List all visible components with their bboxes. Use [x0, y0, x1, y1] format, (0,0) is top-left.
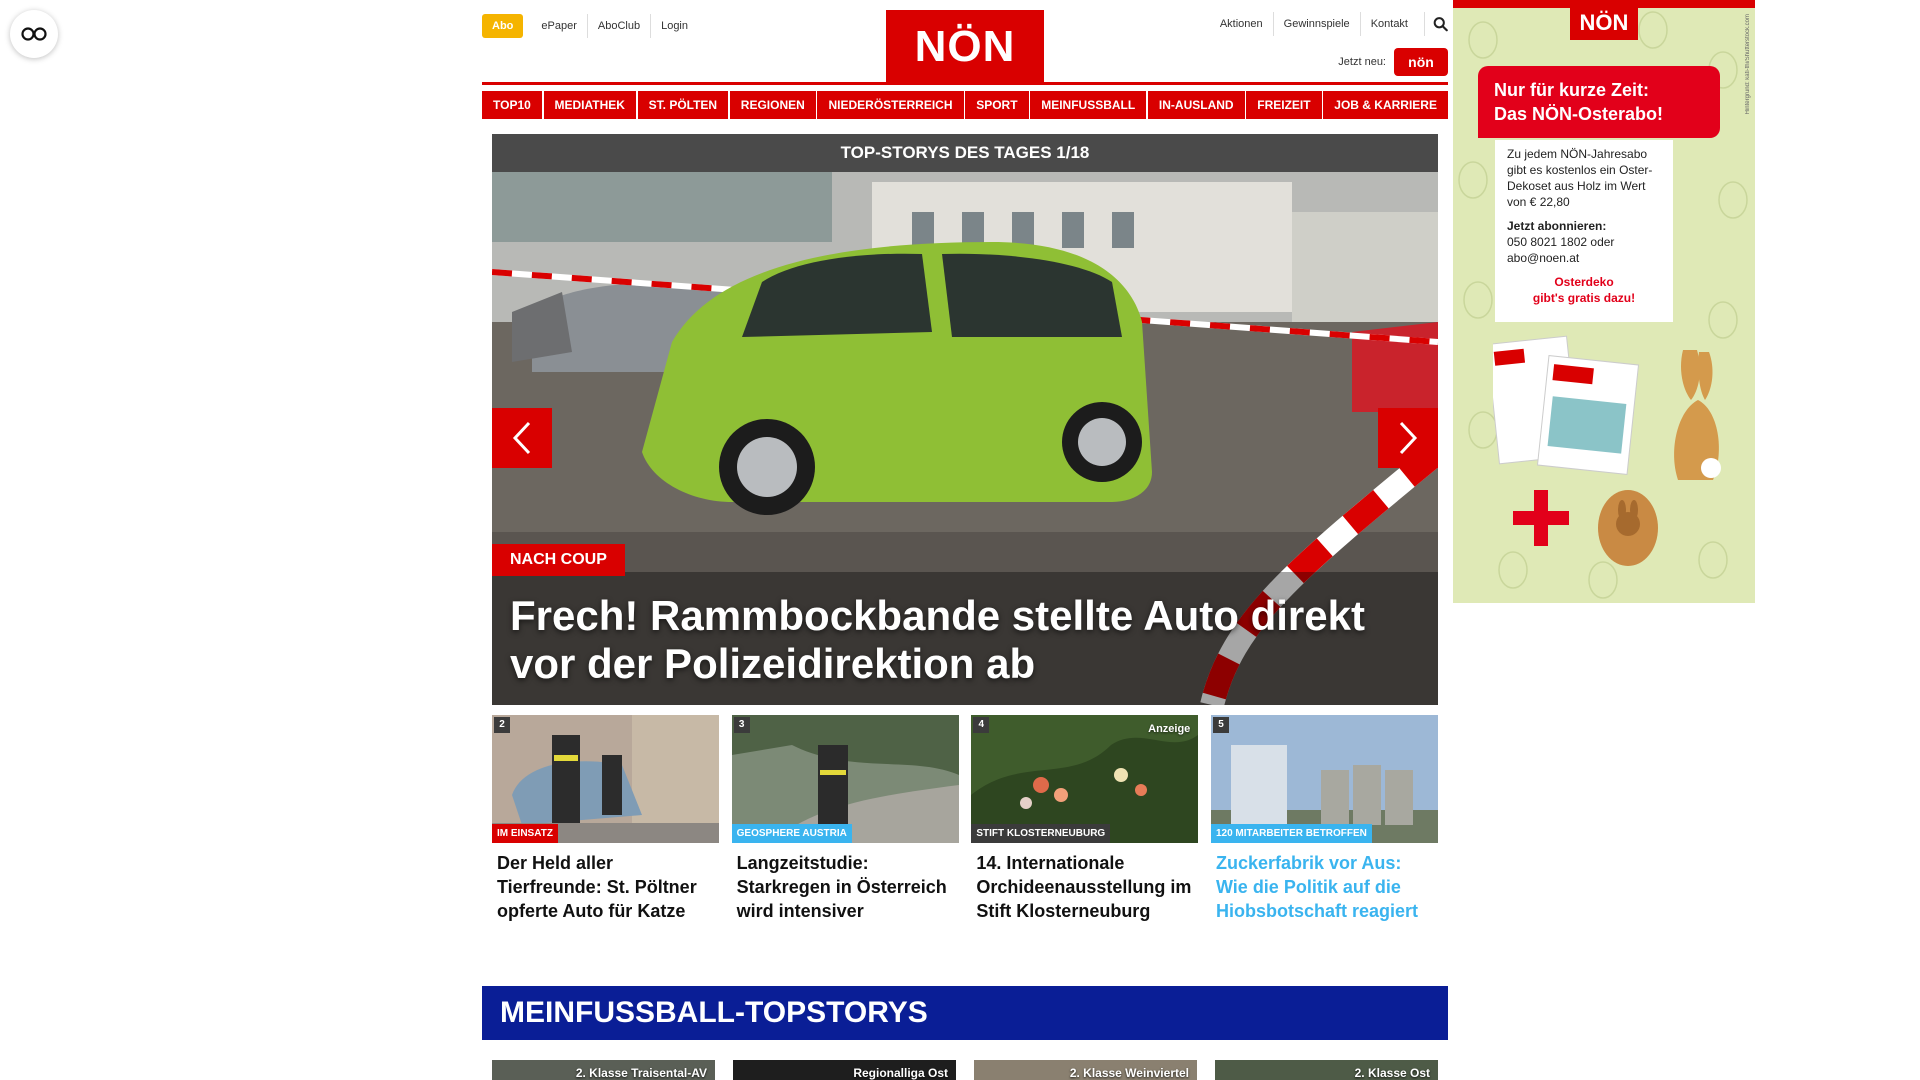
main-nav: TOP10 MEDIATHEK ST. PÖLTEN REGIONEN NIED… — [482, 91, 1448, 119]
nav-meinfussball[interactable]: MEINFUSSBALL — [1030, 91, 1147, 119]
teaser-image: 2 IM EINSATZ — [492, 715, 719, 843]
teaser-row: 2 IM EINSATZ Der Held aller Tierfreunde:… — [492, 715, 1438, 923]
nav-top10[interactable]: TOP10 — [482, 91, 542, 119]
teaser-image: 4 Anzeige STIFT KLOSTERNEUBURG — [971, 715, 1199, 843]
search-button[interactable] — [1424, 12, 1448, 36]
meinfussball-card[interactable]: 2. Klasse Ost — [1215, 1060, 1438, 1080]
epaper-link[interactable]: ePaper — [531, 14, 586, 38]
meinfussball-section-title[interactable]: MEINFUSSBALL-TOPSTORYS — [482, 986, 1448, 1040]
search-icon — [1433, 17, 1448, 32]
ad-headline-line-1: Nur für kurze Zeit: — [1494, 80, 1650, 100]
meinfussball-card[interactable]: Regionalliga Ost — [733, 1060, 956, 1080]
slider-next-button[interactable] — [1378, 408, 1438, 468]
teaser-card[interactable]: 4 Anzeige STIFT KLOSTERNEUBURG 14. Inter… — [971, 715, 1199, 923]
meinfussball-card[interactable]: 2. Klasse Weinviertel — [974, 1060, 1197, 1080]
teaser-title[interactable]: Der Held aller Tierfreunde: St. Pöltner … — [492, 851, 719, 923]
teaser-card[interactable]: 3 GEOSPHERE AUSTRIA Langzeitstudie: Star… — [731, 715, 959, 923]
nav-freizeit[interactable]: FREIZEIT — [1246, 91, 1322, 119]
ad-text-card: Zu jedem NÖN-Jahresabo gibt es kostenlos… — [1495, 140, 1673, 322]
teaser-image: 5 120 MITARBEITER BETROFFEN — [1210, 715, 1438, 843]
league-label: 2. Klasse Weinviertel — [1069, 1066, 1189, 1080]
teaser-image: 3 GEOSPHERE AUSTRIA — [731, 715, 959, 843]
ad-logo: NÖN — [1570, 6, 1638, 40]
teaser-card[interactable]: 2 IM EINSATZ Der Held aller Tierfreunde:… — [492, 715, 719, 923]
league-label: 2. Klasse Traisental-AV — [575, 1066, 707, 1080]
chevron-right-icon — [1399, 421, 1418, 455]
nav-in-ausland[interactable]: IN-AUSLAND — [1147, 91, 1245, 119]
teaser-tag: IM EINSATZ — [492, 824, 558, 843]
ad-cta-label: Jetzt abonnieren: — [1507, 219, 1607, 233]
meinfussball-card[interactable]: 2. Klasse Traisental-AV — [492, 1060, 715, 1080]
gewinnspiele-link[interactable]: Gewinnspiele — [1272, 12, 1360, 36]
kontakt-link[interactable]: Kontakt — [1359, 12, 1418, 36]
ad-headline: Nur für kurze Zeit: Das NÖN-Osterabo! — [1478, 66, 1720, 138]
header-divider — [482, 82, 1448, 85]
top-stories-slider: TOP-STORYS DES TAGES 1/18 NACH COUP Frec… — [492, 134, 1438, 705]
utility-nav-left: Abo ePaper AboClub Login — [482, 14, 698, 38]
ad-cta-contact: 050 8021 1802 oder abo@noen.at — [1507, 235, 1615, 265]
slider-prev-button[interactable] — [492, 408, 552, 468]
league-label: Regionalliga Ost — [853, 1066, 948, 1080]
teaser-card[interactable]: 5 120 MITARBEITER BETROFFEN Zuckerfabrik… — [1210, 715, 1438, 923]
abo-button[interactable]: Abo — [482, 14, 524, 38]
chevron-left-icon — [512, 421, 531, 455]
ad-body: Zu jedem NÖN-Jahresabo gibt es kostenlos… — [1507, 147, 1653, 209]
aktionen-link[interactable]: Aktionen — [1210, 12, 1273, 36]
hero-title[interactable]: Frech! Rammbockbande stellte Auto direkt… — [510, 592, 1420, 688]
jetzt-neu-label: Jetzt neu: — [1338, 56, 1386, 68]
ad-promo-2: gibt's gratis dazu! — [1532, 291, 1636, 305]
login-link[interactable]: Login — [650, 14, 698, 38]
ad-promo-1: Osterdeko — [1554, 275, 1614, 289]
teaser-tag: GEOSPHERE AUSTRIA — [731, 824, 852, 843]
nav-sport[interactable]: SPORT — [965, 91, 1029, 119]
nav-st-poelten[interactable]: ST. PÖLTEN — [637, 91, 729, 119]
ad-credit: Hintergrund: kati-thi/Shutterstock.com — [1745, 14, 1751, 115]
kleine-noen-badge[interactable]: nön — [1394, 48, 1448, 76]
teaser-title[interactable]: Langzeitstudie: Starkregen in Österreich… — [732, 851, 959, 923]
teaser-tag: 120 MITARBEITER BETROFFEN — [1210, 824, 1372, 843]
slider-heading: TOP-STORYS DES TAGES 1/18 — [492, 134, 1438, 172]
ad-label: Anzeige — [1148, 723, 1191, 735]
teaser-title[interactable]: 14. Internationale Orchideenausstellung … — [971, 851, 1198, 923]
plus-icon — [1513, 490, 1569, 546]
teaser-number: 4 — [973, 717, 990, 733]
nav-mediathek[interactable]: MEDIATHEK — [543, 91, 636, 119]
hero-tag: NACH COUP — [492, 544, 625, 576]
nav-regionen[interactable]: REGIONEN — [729, 91, 816, 119]
meinfussball-row: 2. Klasse Traisental-AV Regionalliga Ost… — [492, 1060, 1438, 1080]
hero-story[interactable]: NACH COUP Frech! Rammbockbande stellte A… — [492, 172, 1438, 705]
teaser-number: 2 — [494, 717, 510, 733]
nav-niederoesterreich[interactable]: NIEDERÖSTERREICH — [817, 91, 964, 119]
accessibility-button[interactable] — [10, 10, 58, 58]
ad-headline-line-2: Das NÖN-Osterabo! — [1494, 104, 1664, 124]
glasses-icon — [21, 27, 47, 41]
nav-job-karriere[interactable]: JOB & KARRIERE — [1323, 91, 1448, 119]
newspaper-illustration — [1493, 335, 1640, 475]
utility-nav-right: Aktionen Gewinnspiele Kontakt — [1210, 12, 1448, 36]
teaser-number: 3 — [733, 717, 750, 733]
teaser-tag: STIFT KLOSTERNEUBURG — [971, 824, 1111, 843]
league-label: 2. Klasse Ost — [1354, 1066, 1430, 1080]
wooden-egg-illustration — [1598, 490, 1658, 566]
jetzt-neu-promo: Jetzt neu: nön — [1338, 48, 1448, 76]
advertisement-osterabo[interactable]: NÖN Hintergrund: kati-thi/Shutterstock.c… — [1453, 0, 1755, 603]
site-header: Abo ePaper AboClub Login NÖN Aktionen Ge… — [482, 0, 1448, 86]
aboclub-link[interactable]: AboClub — [586, 14, 650, 38]
site-logo[interactable]: NÖN — [886, 10, 1044, 84]
teaser-number: 5 — [1212, 717, 1229, 733]
teaser-title[interactable]: Zuckerfabrik vor Aus: Wie die Politik au… — [1211, 851, 1438, 923]
wooden-bunny-illustration — [1674, 350, 1721, 480]
